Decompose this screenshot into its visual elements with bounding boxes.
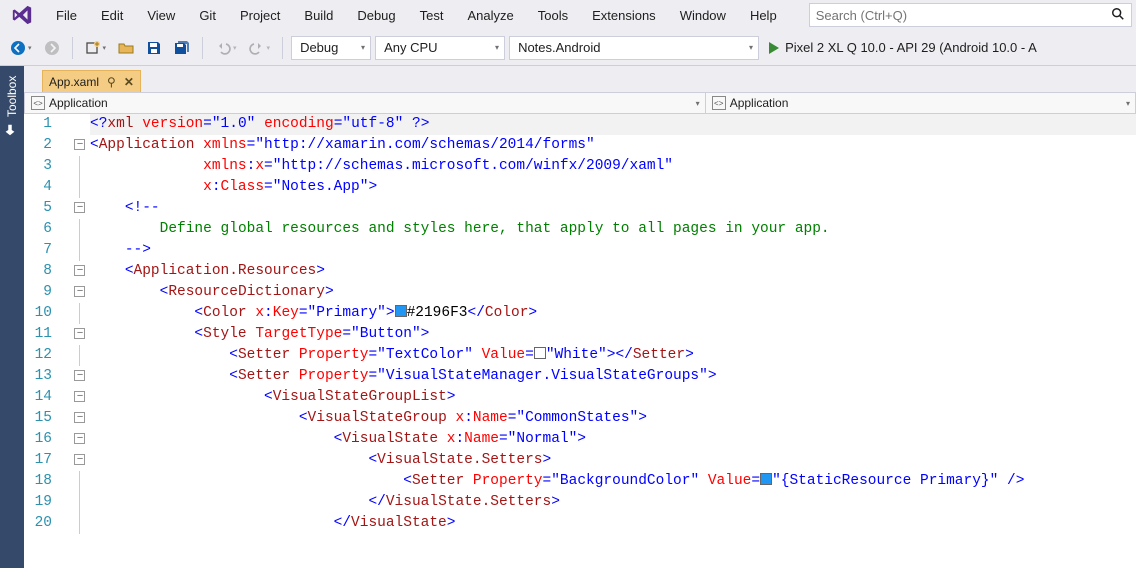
menu-git[interactable]: Git: [187, 3, 228, 28]
menu-analyze[interactable]: Analyze: [455, 3, 525, 28]
vs-logo-icon: [10, 3, 34, 27]
start-debug-button[interactable]: Pixel 2 XL Q 10.0 - API 29 (Android 10.0…: [763, 40, 1043, 55]
menu-tools[interactable]: Tools: [526, 3, 580, 28]
color-swatch: [395, 305, 407, 317]
document-tab-well: App.xaml ⚲ ✕: [24, 66, 1136, 92]
line-number-gutter: 1234567891011121314151617181920: [24, 114, 72, 568]
menu-extensions[interactable]: Extensions: [580, 3, 668, 28]
menu-items: FileEditViewGitProjectBuildDebugTestAnal…: [44, 3, 789, 28]
quick-launch-search[interactable]: [809, 3, 1132, 27]
menu-view[interactable]: View: [135, 3, 187, 28]
new-project-button[interactable]: ▾: [81, 35, 111, 61]
color-swatch: [534, 347, 546, 359]
debug-target-label: Pixel 2 XL Q 10.0 - API 29 (Android 10.0…: [785, 40, 1037, 55]
editor-navigation-bar: <> Application ▾ <> Application ▾: [24, 92, 1136, 114]
close-tab-icon[interactable]: ✕: [124, 75, 134, 89]
solution-config-dropdown[interactable]: Debug▾: [291, 36, 371, 60]
pin-tab-icon[interactable]: ⚲: [107, 75, 116, 89]
code-content[interactable]: <?xml version="1.0" encoding="utf-8" ?><…: [88, 114, 1136, 568]
menubar: FileEditViewGitProjectBuildDebugTestAnal…: [0, 0, 1136, 30]
toolbox-icon: [4, 123, 21, 137]
menu-window[interactable]: Window: [668, 3, 738, 28]
menu-file[interactable]: File: [44, 3, 89, 28]
nav-back-button[interactable]: ▾: [6, 35, 36, 61]
fold-gutter[interactable]: −−−−−−−−−−: [72, 114, 88, 568]
menu-project[interactable]: Project: [228, 3, 292, 28]
toolbox-panel-tab[interactable]: Toolbox: [0, 66, 24, 568]
search-input[interactable]: [816, 8, 1111, 23]
open-file-button[interactable]: [114, 35, 138, 61]
scope-icon: <>: [31, 96, 45, 110]
code-editor[interactable]: 1234567891011121314151617181920 −−−−−−−−…: [24, 114, 1136, 568]
color-swatch: [760, 473, 772, 485]
solution-platform-dropdown[interactable]: Any CPU▾: [375, 36, 505, 60]
nav-forward-button[interactable]: [40, 35, 64, 61]
play-icon: [769, 42, 779, 54]
redo-button[interactable]: ▾: [245, 35, 275, 61]
undo-button[interactable]: ▾: [211, 35, 241, 61]
member-icon: <>: [712, 96, 726, 110]
menu-edit[interactable]: Edit: [89, 3, 135, 28]
menu-test[interactable]: Test: [408, 3, 456, 28]
standard-toolbar: ▾ ▾ ▾ ▾ Debug▾ Any CPU▾ Notes.Android▾ P…: [0, 30, 1136, 66]
save-button[interactable]: [142, 35, 166, 61]
save-all-button[interactable]: [170, 35, 194, 61]
tab-filename: App.xaml: [49, 75, 99, 89]
menu-help[interactable]: Help: [738, 3, 789, 28]
nav-member-dropdown[interactable]: <> Application ▾: [706, 93, 1135, 113]
startup-project-dropdown[interactable]: Notes.Android▾: [509, 36, 759, 60]
file-tab-app-xaml[interactable]: App.xaml ⚲ ✕: [42, 70, 141, 92]
nav-scope-dropdown[interactable]: <> Application ▾: [25, 93, 706, 113]
menu-build[interactable]: Build: [292, 3, 345, 28]
menu-debug[interactable]: Debug: [345, 3, 407, 28]
search-icon: [1111, 7, 1125, 24]
